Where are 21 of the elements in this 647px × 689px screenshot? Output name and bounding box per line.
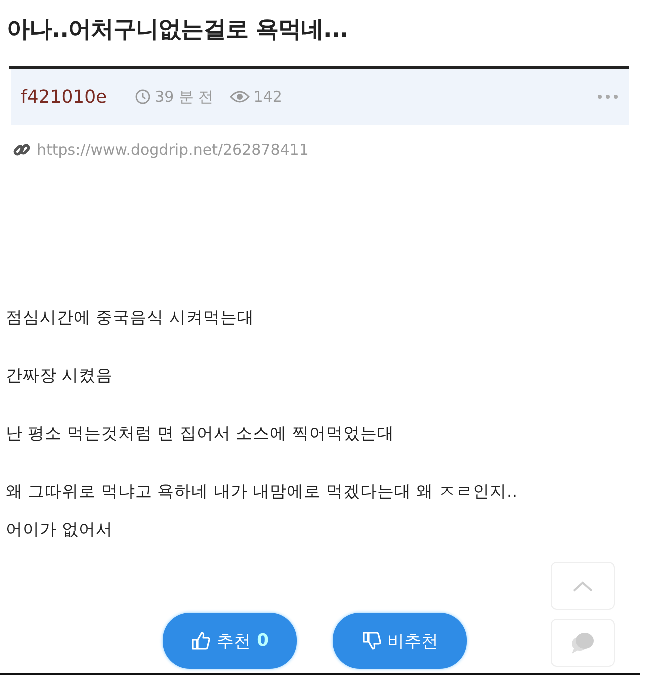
recommend-button[interactable]: 추천 0 (163, 613, 297, 669)
thumbs-up-icon (191, 631, 212, 651)
comment-button[interactable] (551, 619, 615, 667)
author-name[interactable]: f421010e (21, 86, 108, 108)
body-text: 점심시간에 중국음식 시켜먹는대 (6, 307, 256, 329)
eye-icon (230, 90, 250, 104)
more-icon[interactable] (597, 94, 619, 100)
post-url[interactable]: https://www.dogdrip.net/262878411 (37, 141, 309, 159)
thumbs-down-icon (362, 631, 382, 651)
body-text: 난 평소 먹는것처럼 면 집어서 소스에 찍어먹었는대 (6, 423, 396, 445)
speech-bubble-icon (570, 631, 596, 655)
view-count: 142 (254, 88, 282, 106)
post-time: 39 분 전 (155, 88, 214, 106)
body-text: 왜 그따위로 먹냐고 욕하네 내가 내맘에로 먹겠다는대 왜 ㅈㄹ인지.. (6, 481, 518, 503)
not-recommend-button[interactable]: 비추천 (333, 613, 467, 669)
clock-icon (135, 89, 152, 105)
post-title: 아나..어처구니없는걸로 욕먹네... (6, 16, 350, 45)
chevron-up-icon (573, 580, 593, 592)
body-text: 간짜장 시켰음 (6, 365, 114, 387)
scroll-top-button[interactable] (551, 562, 615, 610)
body-text: 어이가 없어서 (6, 519, 114, 541)
